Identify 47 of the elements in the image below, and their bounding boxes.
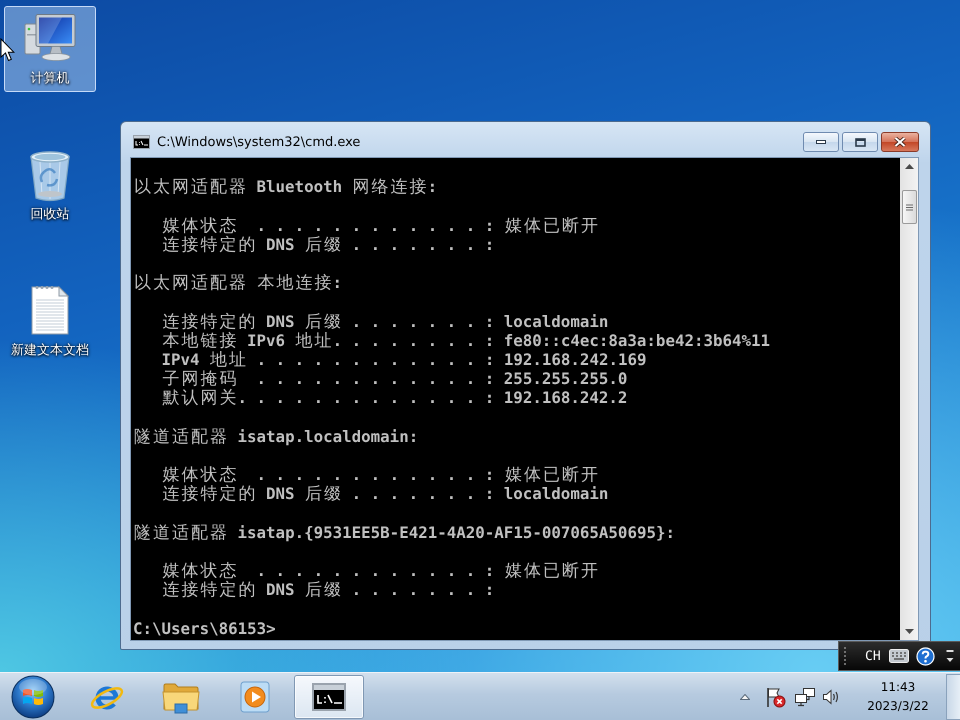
console-line: 默认网关. . . . . . . . . . . . . : 192.168.242.2	[162, 388, 628, 408]
terminal-icon	[312, 682, 346, 710]
computer-icon	[22, 12, 78, 64]
close-icon	[894, 137, 906, 147]
console-line: 连接特定的 DNS 后缀 . . . . . . . : localdomain	[162, 312, 608, 331]
help-icon[interactable]	[916, 646, 935, 666]
mouse-pointer-icon	[0, 38, 15, 62]
console-line: IPv4 地址 . . . . . . . . . . . . : 192.168.242.169	[162, 350, 647, 370]
console-heading: 隧道适配器 isatap.localdomain:	[133, 426, 418, 446]
start-button[interactable]	[11, 674, 55, 718]
speaker-icon[interactable]	[822, 688, 840, 704]
text-document-icon	[30, 284, 70, 336]
taskbar-button[interactable]	[294, 674, 364, 718]
grip-icon[interactable]	[843, 646, 847, 666]
maximize-button[interactable]	[842, 132, 878, 152]
console-line: 连接特定的 DNS 后缀 . . . . . . . :	[162, 580, 494, 600]
caret-down-icon[interactable]	[904, 629, 914, 634]
console-heading: 隧道适配器 isatap.{9531EE5B-E421-4A20-AF15-007065A50695}:	[133, 522, 675, 542]
console-line: 连接特定的 DNS 后缀 . . . . . . . :	[162, 234, 494, 254]
clock-time[interactable]: 11:43	[880, 678, 916, 696]
network-icon[interactable]	[794, 686, 816, 706]
desktop-shortcut[interactable]: 回收站	[4, 142, 96, 228]
grip-icon	[906, 204, 912, 210]
caret-up-icon[interactable]	[904, 164, 914, 169]
flag-alert-icon[interactable]	[764, 686, 786, 708]
language-indicator[interactable]: CH	[865, 648, 881, 664]
desktop-shortcut[interactable]: 新建文本文档	[4, 278, 96, 364]
close-button[interactable]	[881, 132, 919, 152]
console-line: 连接特定的 DNS 后缀 . . . . . . . : localdomain	[162, 484, 608, 504]
console-line: 媒体状态 . . . . . . . . . . . . : 媒体已断开	[162, 216, 599, 235]
clock-date[interactable]: 2023/3/22	[867, 696, 929, 716]
terminal-icon	[133, 135, 150, 149]
keyboard-icon[interactable]	[888, 649, 909, 663]
console-line: 媒体状态 . . . . . . . . . . . . : 媒体已断开	[162, 560, 599, 580]
minimize-button[interactable]	[803, 132, 839, 152]
caret-up-icon[interactable]	[740, 694, 750, 700]
minimize-icon	[816, 140, 826, 144]
console-heading: 以太网适配器 本地连接:	[133, 273, 342, 292]
console-heading: 以太网适配器 Bluetooth 网络连接:	[133, 177, 438, 196]
console-line: 本地链接 IPv6 地址. . . . . . . . : fe80::c4ec:8a3a:be42:3b64%11	[162, 330, 770, 350]
console-prompt: C:\Users\86153>	[133, 618, 276, 638]
orb-icon	[11, 674, 55, 718]
console-line: 子网掩码 . . . . . . . . . . . . : 255.255.255.0	[162, 369, 628, 388]
console-line: 媒体状态 . . . . . . . . . . . . : 媒体已断开	[162, 465, 599, 484]
window-title: C:\Windows\system32\cmd.exe	[157, 134, 362, 150]
scrollbar-thumb[interactable]	[902, 190, 916, 224]
maximize-icon	[854, 138, 866, 146]
